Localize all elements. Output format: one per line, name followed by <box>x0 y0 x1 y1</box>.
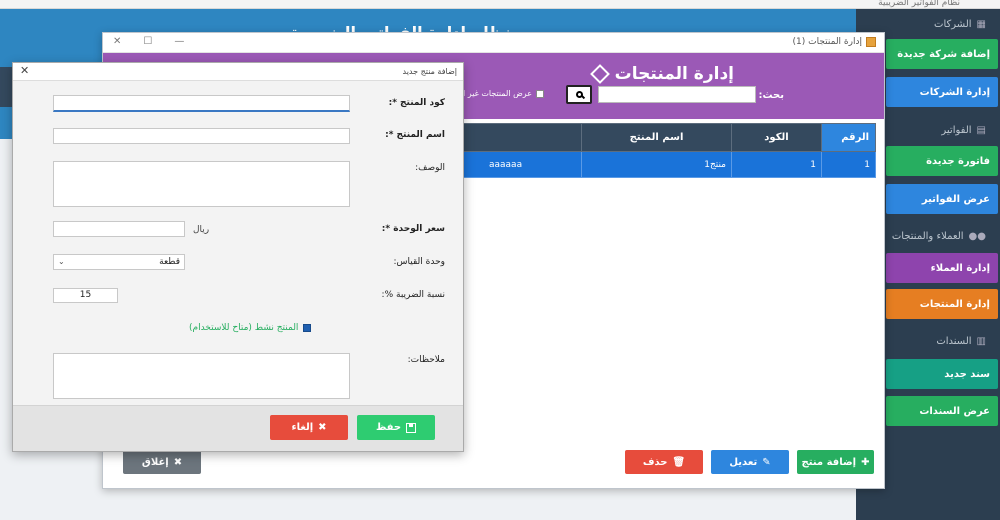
plus-icon: ✚ <box>861 456 870 468</box>
checkbox-checked[interactable] <box>303 324 312 332</box>
products-window-titlebar: إدارة المنتجات (1) ✕ ☐ — <box>103 33 884 53</box>
chevron-down-icon: ⌄ <box>58 257 65 266</box>
notes-textarea[interactable] <box>53 353 350 399</box>
add-product-dialog: إضافة منتج جديد ✕ كود المنتج *: اسم المن… <box>12 62 464 452</box>
sidebar-view-invoices-button[interactable]: عرض الفواتير <box>886 184 998 214</box>
sidebar-section-vouchers: ▥ السندات <box>936 336 986 347</box>
users-icon: ●● <box>968 231 986 242</box>
price-label: سعر الوحدة *: <box>381 224 445 234</box>
sidebar-manage-products-button[interactable]: إدارة المنتجات <box>886 289 998 319</box>
save-icon <box>406 422 417 433</box>
currency-label: ريال <box>193 225 210 235</box>
cell-id[interactable]: 1 <box>821 151 876 178</box>
close-icon: ✖ <box>173 456 183 468</box>
sidebar-new-invoice-button[interactable]: فاتورة جديدة <box>886 146 998 176</box>
dialog-footer: حفظ ✖ إلغاء <box>13 405 463 451</box>
cancel-button[interactable]: ✖ إلغاء <box>270 415 348 440</box>
products-header-title: إدارة المنتجات <box>614 64 734 84</box>
code-label: كود المنتج *: <box>388 98 445 108</box>
tax-label: نسبة الضريبة %: <box>381 290 445 300</box>
search-input[interactable] <box>598 86 756 103</box>
checkbox-box[interactable] <box>536 89 544 98</box>
description-textarea[interactable] <box>53 161 350 207</box>
product-name-input[interactable] <box>53 128 350 144</box>
column-header-name[interactable]: اسم المنتج <box>581 123 732 152</box>
sidebar-section-invoices: ▤ الفواتير <box>941 125 986 136</box>
description-label: الوصف: <box>415 163 445 173</box>
add-product-button[interactable]: ✚ إضافة منتج <box>797 450 874 474</box>
cell-code[interactable]: 1 <box>731 151 822 178</box>
sidebar-add-company-button[interactable]: إضافة شركة جديدة <box>886 39 998 69</box>
file-icon: ▤ <box>976 125 986 136</box>
sidebar-section-companies: ▦ الشركات <box>934 19 986 30</box>
unit-label: وحدة القياس: <box>393 257 445 267</box>
close-button[interactable]: ✖ إغلاق <box>123 450 201 474</box>
minimize-window-icon[interactable]: — <box>174 36 184 47</box>
notes-label: ملاحظات: <box>407 355 445 365</box>
column-header-id[interactable]: الرقم <box>821 123 876 152</box>
search-icon <box>575 91 583 98</box>
pencil-icon: ✎ <box>762 456 771 468</box>
sidebar-manage-companies-button[interactable]: إدارة الشركات <box>886 77 998 107</box>
column-header-code[interactable]: الكود <box>731 123 822 152</box>
edit-product-button[interactable]: ✎ تعديل <box>711 450 789 474</box>
app-title: نظام الفواتير الضريبية <box>878 0 960 8</box>
products-window-title: إدارة المنتجات (1) <box>792 37 862 47</box>
sidebar-section-customers-products: ●● العملاء والمنتجات <box>891 231 986 242</box>
building-icon: ▦ <box>976 19 986 30</box>
trash-icon: 🗑 <box>672 456 686 468</box>
sidebar-new-voucher-button[interactable]: سند جديد <box>886 359 998 389</box>
product-code-input[interactable] <box>53 95 350 112</box>
product-active-checkbox[interactable]: المنتج نشط (متاح للاستخدام) <box>189 323 312 333</box>
search-label: بحث: <box>758 90 784 101</box>
save-button[interactable]: حفظ <box>357 415 435 440</box>
unit-price-input[interactable] <box>53 221 185 237</box>
dialog-title: إضافة منتج جديد <box>402 67 458 76</box>
tax-rate-input[interactable]: 15 <box>53 288 118 303</box>
close-window-icon[interactable]: ✕ <box>113 36 121 47</box>
main-window-blue-strip <box>0 107 12 139</box>
search-button[interactable] <box>566 85 592 104</box>
cube-icon <box>589 64 610 84</box>
app-icon <box>866 37 876 47</box>
dialog-close-icon[interactable]: ✕ <box>20 64 29 77</box>
top-title-strip: نظام الفواتير الضريبية <box>0 0 1000 9</box>
cell-name[interactable]: منتج1 <box>581 151 732 178</box>
sidebar-view-vouchers-button[interactable]: عرض السندات <box>886 396 998 426</box>
sidebar-manage-customers-button[interactable]: إدارة العملاء <box>886 253 998 283</box>
delete-product-button[interactable]: 🗑 حذف <box>625 450 703 474</box>
close-icon: ✖ <box>318 422 327 433</box>
main-window-dark-strip <box>0 67 12 107</box>
dialog-titlebar: إضافة منتج جديد ✕ <box>13 63 463 81</box>
unit-select[interactable]: قطعة ⌄ <box>53 254 185 270</box>
name-label: اسم المنتج *: <box>385 130 445 140</box>
document-icon: ▥ <box>976 336 986 347</box>
maximize-window-icon[interactable]: ☐ <box>143 36 152 47</box>
